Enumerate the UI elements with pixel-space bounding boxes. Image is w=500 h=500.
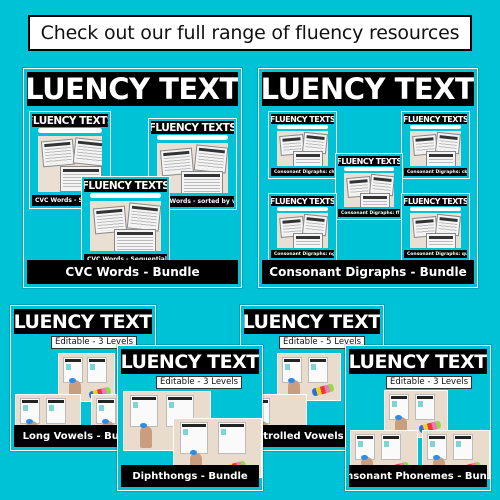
product-tag	[90, 193, 161, 198]
product-title: FLUENCY TEXTS	[151, 121, 234, 134]
bundle-footer: CVC Words - Bundle	[27, 260, 238, 284]
product-label: Consonant Digraphs: ff ll ss zz	[338, 209, 400, 217]
product-tag	[344, 167, 394, 171]
product-title: FLUENCY TEXTS	[404, 114, 467, 124]
product-title: FLUENCY TEXTS	[32, 114, 108, 127]
promo-banner: Check out our full range of fluency reso…	[28, 15, 472, 51]
product-thumbnail-digraphs-5: FLUENCY TEXTS Consonant Digraphs: qu wor…	[401, 193, 470, 261]
product-thumbnail-digraphs-1: FLUENCY TEXTS Consonant Digraphs: ch sh …	[268, 111, 337, 179]
product-title: FLUENCY TEXTS	[338, 156, 400, 166]
product-thumbnail-digraphs-2: FLUENCY TEXTS Consonant Digraphs: ck wor…	[401, 111, 470, 179]
bundle-title: FLUENCY TEXTS	[121, 349, 259, 374]
bundle-footer: Diphthongs - Bundle	[121, 465, 259, 487]
product-title: FLUENCY TEXTS	[84, 179, 167, 192]
product-tag	[38, 128, 102, 133]
bundle-title: FLUENCY TEXTS	[244, 309, 380, 334]
product-label: Consonant Digraphs: qu words	[404, 250, 467, 258]
bundle-title: FLUENCY TEXTS	[349, 349, 487, 374]
bundle-title: FLUENCY TEXTS	[27, 72, 238, 106]
product-photo	[277, 131, 328, 166]
bundle-title: FLUENCY TEXTS	[262, 72, 474, 106]
bundle-card-cvc-words[interactable]: FLUENCY TEXTS FLUENCY TEXTS CVC Words - …	[23, 68, 242, 288]
product-photo	[344, 173, 394, 207]
product-photo	[277, 213, 328, 248]
product-photo	[410, 131, 461, 166]
levels-badge: Editable - 3 Levels	[386, 376, 473, 389]
bundle-footer: Consonant Digraphs - Bundle	[262, 260, 474, 284]
product-label: Consonant Digraphs: ng words	[271, 250, 334, 258]
bundle-card-consonant-digraphs[interactable]: FLUENCY TEXTS FLUENCY TEXTS Consonant Di…	[258, 68, 478, 288]
banner-text: Check out our full range of fluency reso…	[40, 22, 460, 44]
bundle-title: FLUENCY TEXTS	[14, 309, 152, 334]
product-tag	[410, 207, 461, 211]
product-photo	[90, 201, 161, 251]
product-thumbnail-digraphs-4: FLUENCY TEXTS Consonant Digraphs: ng wor…	[268, 193, 337, 261]
bundle-card-consonant-phonemes[interactable]: FLUENCY TEXTS Editable - 3 Levels Conson…	[345, 345, 491, 491]
product-tag	[157, 135, 228, 140]
levels-badge: Editable - 3 Levels	[156, 376, 243, 389]
product-title: FLUENCY TEXTS	[271, 196, 334, 206]
product-thumbnail-cvc-3: FLUENCY TEXTS CVC Words - Sequential Pro…	[81, 176, 170, 268]
product-label: Consonant Digraphs: ck words	[404, 168, 467, 176]
bundle-footer: Consonant Phonemes - Bundle	[349, 465, 487, 487]
product-photo	[410, 213, 461, 248]
product-thumbnail-digraphs-3: FLUENCY TEXTS Consonant Digraphs: ff ll …	[335, 153, 403, 220]
product-title: FLUENCY TEXTS	[404, 196, 467, 206]
product-label: Consonant Digraphs: ch sh th wh	[271, 168, 334, 176]
product-tag	[277, 207, 328, 211]
product-tag	[410, 125, 461, 129]
product-tag	[277, 125, 328, 129]
bundle-card-diphthongs[interactable]: FLUENCY TEXTS Editable - 3 Levels Diphth…	[117, 345, 263, 491]
product-title: FLUENCY TEXTS	[271, 114, 334, 124]
